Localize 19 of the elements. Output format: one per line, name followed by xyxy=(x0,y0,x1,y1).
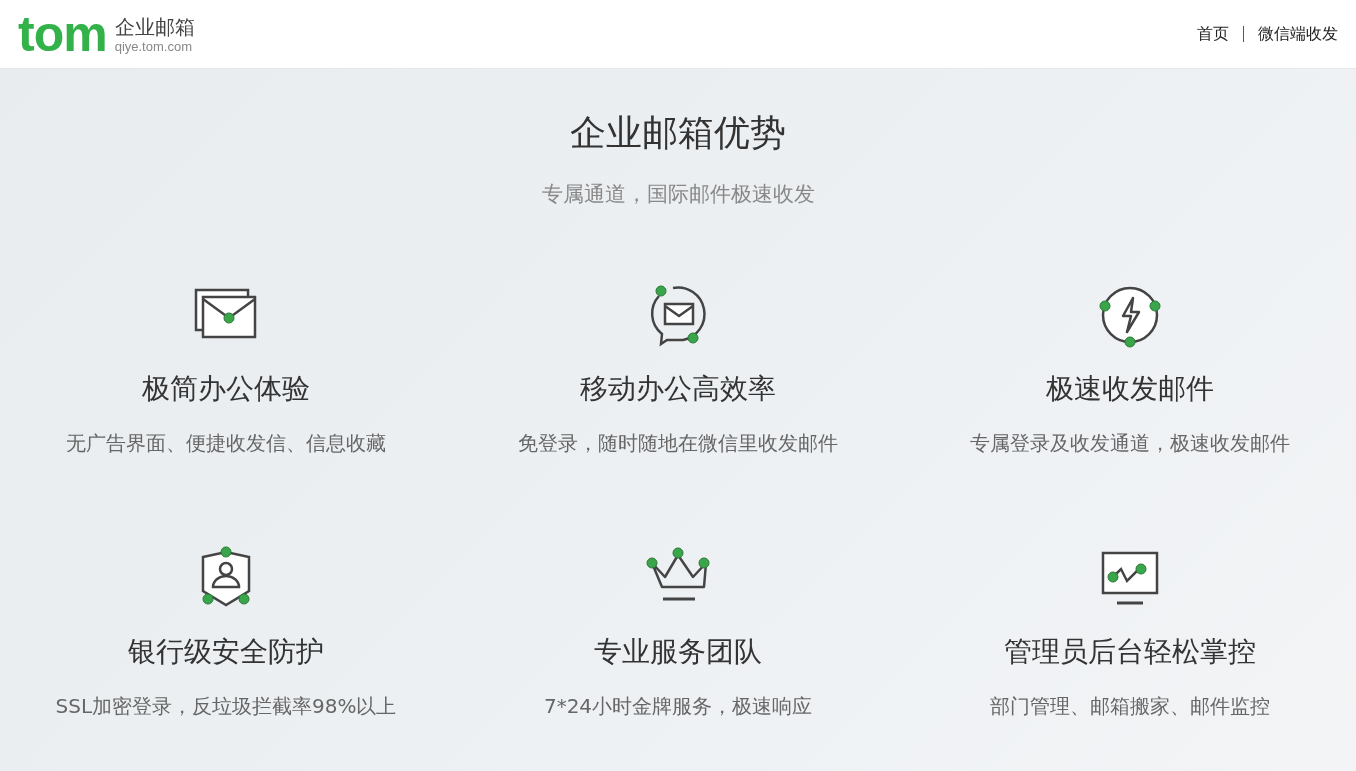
feature-title: 极简办公体验 xyxy=(142,371,310,407)
feature-description: 部门管理、邮箱搬家、邮件监控 xyxy=(990,693,1270,720)
logo-wordmark: tom xyxy=(18,9,107,59)
feature-description: 专属登录及收发通道，极速收发邮件 xyxy=(970,430,1290,457)
nav-link[interactable]: 微信端收发 xyxy=(1258,23,1338,45)
feature-description: SSL加密登录，反垃圾拦截率98%以上 xyxy=(55,693,397,720)
feature-title: 移动办公高效率 xyxy=(580,371,776,407)
feature-title: 专业服务团队 xyxy=(594,634,762,670)
nav-link[interactable]: 首页 xyxy=(1197,23,1229,45)
feature-description: 无广告界面、便捷收发信、信息收藏 xyxy=(66,430,386,457)
feature-title: 管理员后台轻松掌控 xyxy=(1004,634,1256,670)
feature-title: 银行级安全防护 xyxy=(128,634,324,670)
feature-description: 7*24小时金牌服务，极速响应 xyxy=(543,693,813,720)
section-title: 企业邮箱优势 xyxy=(570,111,786,155)
section-subtitle: 专属通道，国际邮件极速收发 xyxy=(541,181,815,208)
logo-domain: qiye.tom.com xyxy=(114,38,193,54)
logo-product-name: 企业邮箱 xyxy=(114,14,195,39)
feature-description: 免登录，随时随地在微信里收发邮件 xyxy=(518,430,838,457)
feature-title: 极速收发邮件 xyxy=(1046,371,1214,407)
